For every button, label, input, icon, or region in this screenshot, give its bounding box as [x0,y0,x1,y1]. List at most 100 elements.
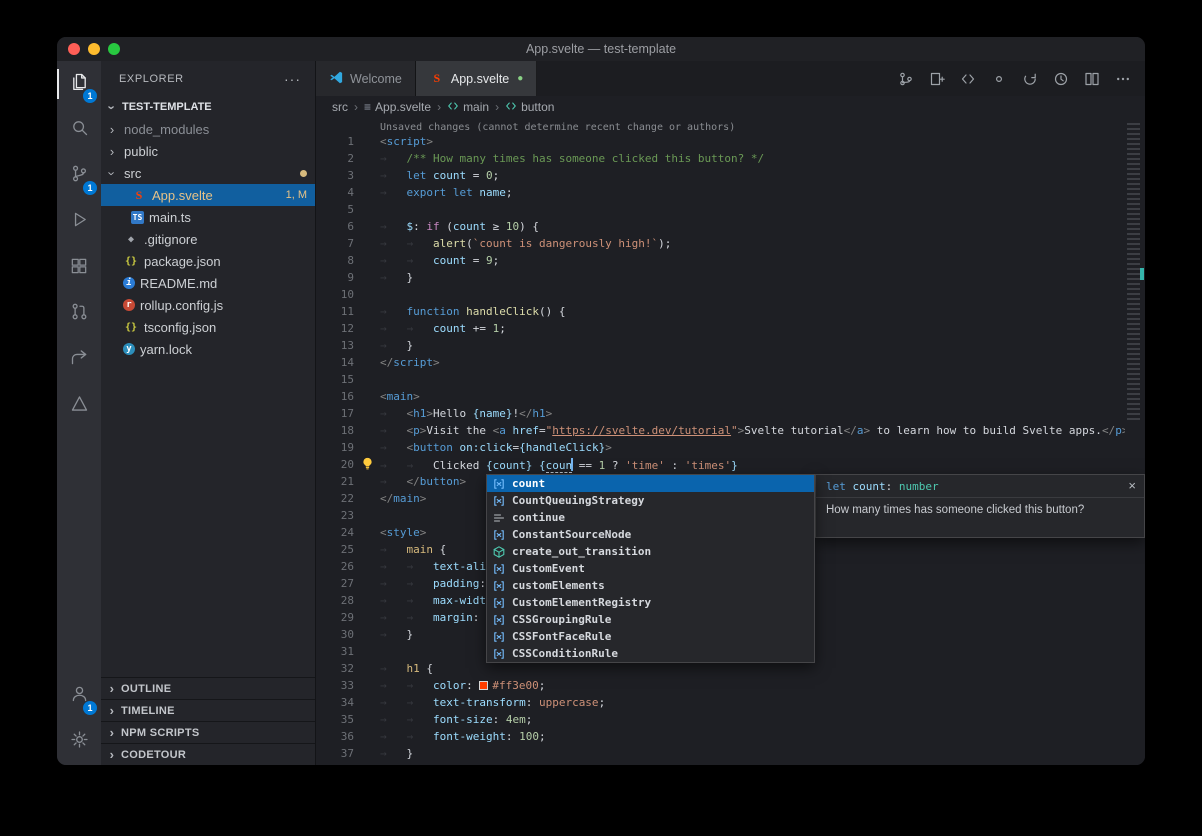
color-swatch[interactable] [479,681,488,690]
code-line-18[interactable]: 18→ <p>Visit the <a href="https://svelte… [316,422,1145,439]
code-line-16[interactable]: 16<main> [316,388,1145,405]
commit-graph-icon[interactable] [898,71,914,87]
tab-welcome[interactable]: Welcome [316,61,416,96]
tree-item-main.ts[interactable]: TSmain.ts [101,206,315,228]
minimize-window-button[interactable] [88,43,100,55]
tree-item-node_modules[interactable]: ›node_modules [101,118,315,140]
breadcrumb-item-app-svelte[interactable]: ≡App.svelte [364,100,431,114]
lightbulb-icon[interactable] [361,457,374,473]
code-line-15[interactable]: 15 [316,371,1145,388]
tree-item-public[interactable]: ›public [101,140,315,162]
breadcrumb-item-src[interactable]: src [332,100,348,114]
tree-item-README.md[interactable]: iREADME.md [101,272,315,294]
code-line-1[interactable]: 1<script> [316,133,1145,150]
tree-item-package.json[interactable]: {}package.json [101,250,315,272]
code-line-20[interactable]: 20→ → Clicked {count} {coun == 1 ? 'time… [316,456,1145,473]
target-icon[interactable] [991,71,1007,87]
editor[interactable]: Unsaved changes (cannot determine recent… [316,118,1145,765]
symbol-variable-icon [491,596,507,610]
zoom-window-button[interactable] [108,43,120,55]
git-icon: ◆ [123,234,139,245]
panel-timeline[interactable]: ›TIMELINE [101,699,315,721]
close-window-button[interactable] [68,43,80,55]
suggest-item-CountQueuingStrategy[interactable]: CountQueuingStrategy [487,492,814,509]
code-line-10[interactable]: 10 [316,286,1145,303]
suggest-item-ConstantSourceNode[interactable]: ConstantSourceNode [487,526,814,543]
liveshare-icon [69,347,90,373]
title-bar[interactable]: App.svelte — test-template [57,37,1145,61]
activity-item-source-control[interactable]: 1 [57,153,101,199]
minimap[interactable] [1125,118,1145,765]
code-line-35[interactable]: 35→ → font-size: 4em; [316,711,1145,728]
code-line-11[interactable]: 11→ function handleClick() { [316,303,1145,320]
code-line-9[interactable]: 9→ } [316,269,1145,286]
suggest-item-CSSFontFaceRule[interactable]: CSSFontFaceRule [487,628,814,645]
code-line-5[interactable]: 5 [316,201,1145,218]
line-number: 14 [316,356,354,369]
tab-app-svelte[interactable]: SApp.svelte● [416,61,537,96]
tree-item-.gitignore[interactable]: ◆.gitignore [101,228,315,250]
code-bracket-icon[interactable] [960,71,976,87]
code-line-7[interactable]: 7→ → alert(`count is dangerously high!`)… [316,235,1145,252]
line-number: 8 [316,254,354,267]
code-line-2[interactable]: 2→ /** How many times has someone clicke… [316,150,1145,167]
explorer-section-header[interactable]: › TEST-TEMPLATE [101,96,315,118]
activity-item-github[interactable] [57,291,101,337]
code-line-36[interactable]: 36→ → font-weight: 100; [316,728,1145,745]
line-number: 18 [316,424,354,437]
panel-outline[interactable]: ›OUTLINE [101,677,315,699]
code-line-3[interactable]: 3→ let count = 0; [316,167,1145,184]
suggest-docs-signature: let count: number [826,480,939,493]
panel-codetour[interactable]: ›CODETOUR [101,743,315,765]
settings-icon [69,729,90,755]
suggest-item-CustomEvent[interactable]: CustomEvent [487,560,814,577]
more-actions-icon[interactable]: ··· [284,71,301,87]
activity-item-azure[interactable] [57,383,101,429]
code-line-4[interactable]: 4→ export let name; [316,184,1145,201]
line-number: 31 [316,645,354,658]
activity-item-run-debug[interactable] [57,199,101,245]
chevron-right-icon: › [105,725,119,740]
more-actions-icon[interactable] [1115,71,1131,87]
code-line-19[interactable]: 19→ <button on:click={handleClick}> [316,439,1145,456]
extensions-icon [69,256,89,281]
suggest-item-continue[interactable]: continue [487,509,814,526]
suggest-item-create_out_transition[interactable]: create_out_transition [487,543,814,560]
code-line-12[interactable]: 12→ → count += 1; [316,320,1145,337]
suggest-item-customElements[interactable]: customElements [487,577,814,594]
sync-icon[interactable] [1022,71,1038,87]
activity-item-search[interactable] [57,107,101,153]
activity-item-liveshare[interactable] [57,337,101,383]
activity-item-account[interactable]: 1 [57,673,101,719]
code-line-14[interactable]: 14</script> [316,354,1145,371]
tree-item-yarn.lock[interactable]: yyarn.lock [101,338,315,360]
code-line-6[interactable]: 6→ $: if (count ≥ 10) { [316,218,1145,235]
open-changes-icon[interactable] [929,71,945,87]
code-line-33[interactable]: 33→ → color: #ff3e00; [316,677,1145,694]
code-line-17[interactable]: 17→ <h1>Hello {name}!</h1> [316,405,1145,422]
activity-item-explorer[interactable]: 1 [57,61,101,107]
line-number: 17 [316,407,354,420]
breadcrumb-item-button[interactable]: button [505,100,554,115]
code-line-8[interactable]: 8→ → count = 9; [316,252,1145,269]
suggest-item-label: CSSGroupingRule [512,613,611,626]
code-line-34[interactable]: 34→ → text-transform: uppercase; [316,694,1145,711]
panel-npm-scripts[interactable]: ›NPM SCRIPTS [101,721,315,743]
activity-item-extensions[interactable] [57,245,101,291]
suggest-item-CustomElementRegistry[interactable]: CustomElementRegistry [487,594,814,611]
suggest-item-CSSConditionRule[interactable]: CSSConditionRule [487,645,814,662]
breadcrumb-item-main[interactable]: main [447,100,489,115]
history-icon[interactable] [1053,71,1069,87]
tree-item-src[interactable]: ›src [101,162,315,184]
tree-item-rollup.config.js[interactable]: rrollup.config.js [101,294,315,316]
suggest-item-CSSGroupingRule[interactable]: CSSGroupingRule [487,611,814,628]
suggest-item-count[interactable]: count [487,475,814,492]
split-editor-icon[interactable] [1084,71,1100,87]
suggest-item-label: CountQueuingStrategy [512,494,644,507]
tree-item-App.svelte[interactable]: SApp.svelte1, M [101,184,315,206]
close-icon[interactable]: × [1128,480,1136,492]
code-line-13[interactable]: 13→ } [316,337,1145,354]
code-line-37[interactable]: 37→ } [316,745,1145,762]
tree-item-tsconfig.json[interactable]: {}tsconfig.json [101,316,315,338]
activity-item-settings[interactable] [57,719,101,765]
